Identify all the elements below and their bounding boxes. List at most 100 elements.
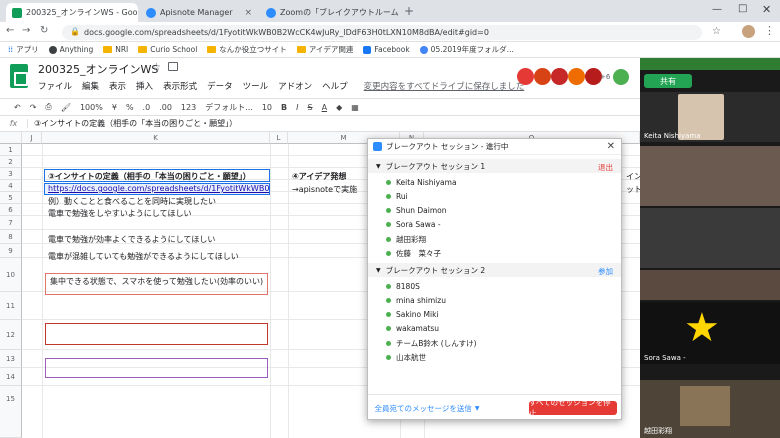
menu-data[interactable]: データ (207, 80, 233, 92)
row-header[interactable]: 5 (0, 192, 22, 204)
cell-k5-link[interactable]: https://docs.google.com/spreadsheets/d/1… (44, 183, 270, 195)
menu-insert[interactable]: 挿入 (136, 80, 153, 92)
number-format-button[interactable]: 123 (181, 103, 196, 112)
row-header[interactable]: 3 (0, 168, 22, 180)
fill-color-icon[interactable]: ◆ (336, 103, 342, 112)
stop-all-sessions-button[interactable]: すべてのセッションを停止 (529, 398, 617, 418)
row-header[interactable]: 14 (0, 368, 22, 386)
session-header-2[interactable]: ▼ ブレークアウト セッション 2 参加 (368, 263, 621, 277)
bookmark-2019-folder[interactable]: 05.2019年度フォルダ... (419, 44, 514, 55)
increase-decimal-button[interactable]: .00 (159, 103, 172, 112)
undo-icon[interactable]: ↶ (14, 103, 21, 112)
menu-tools[interactable]: ツール (243, 80, 269, 92)
maximize-icon[interactable]: □ (738, 3, 747, 14)
column-header[interactable]: K (42, 132, 270, 144)
doc-title[interactable]: 200325_オンラインWS (38, 61, 158, 77)
redo-icon[interactable]: ↷ (30, 103, 37, 112)
row-header[interactable]: 1 (0, 144, 22, 156)
font-size-select[interactable]: 10 (262, 103, 272, 112)
bookmark-useful-sites[interactable]: なんか役立つサイト (207, 44, 287, 55)
percent-button[interactable]: % (126, 103, 134, 112)
close-icon[interactable]: × (244, 8, 252, 18)
font-select[interactable]: デフォルト... (205, 102, 253, 113)
profile-avatar[interactable] (742, 25, 755, 38)
move-folder-icon[interactable] (168, 62, 178, 71)
row-header[interactable]: 6 (0, 204, 22, 216)
row-header[interactable]: 15 (0, 386, 22, 438)
minimize-icon[interactable]: — (712, 4, 722, 15)
borders-icon[interactable]: ▦ (351, 103, 359, 112)
row-header[interactable]: 11 (0, 292, 22, 320)
url-input[interactable]: 🔒 docs.google.com/spreadsheets/d/1Fyotit… (62, 25, 702, 40)
back-arrow-icon[interactable]: ← (6, 25, 14, 36)
menu-format[interactable]: 表示形式 (163, 80, 197, 92)
window-close-icon[interactable]: ✕ (762, 3, 771, 16)
video-tile[interactable]: ★ Sora Sawa - (640, 302, 780, 364)
video-tile[interactable] (640, 146, 780, 206)
join-session-link[interactable]: 参加 (598, 266, 613, 277)
currency-button[interactable]: ¥ (112, 103, 117, 112)
strikethrough-button[interactable]: S (308, 103, 313, 112)
row-header[interactable]: 4 (0, 180, 22, 192)
column-header[interactable]: J (22, 132, 42, 144)
video-tile[interactable] (640, 270, 780, 300)
avatar[interactable] (534, 68, 551, 85)
row-header[interactable]: 12 (0, 320, 22, 350)
text-color-button[interactable]: A (322, 103, 327, 112)
online-dot-icon (386, 355, 391, 360)
bookmark-apps[interactable]: ⁞⁞ アプリ (8, 44, 39, 55)
menu-view[interactable]: 表示 (109, 80, 126, 92)
row-header[interactable]: 13 (0, 350, 22, 368)
bookmark-idea[interactable]: アイデア関連 (296, 44, 353, 55)
more-menu-icon[interactable]: ⋮ (764, 24, 775, 37)
row-header[interactable]: 10 (0, 258, 22, 292)
decrease-decimal-button[interactable]: .0 (143, 103, 151, 112)
avatar-overflow-badge[interactable]: +6 (600, 73, 610, 81)
bookmark-curio-school[interactable]: Curio School (138, 45, 197, 54)
forward-arrow-icon[interactable]: → (22, 25, 30, 36)
menu-edit[interactable]: 編集 (82, 80, 99, 92)
bookmark-star-icon[interactable]: ☆ (712, 26, 721, 37)
leave-session-link[interactable]: 退出 (598, 162, 613, 173)
star-icon[interactable]: ☆ (152, 62, 161, 73)
reload-icon[interactable]: ↻ (40, 25, 48, 36)
italic-button[interactable]: I (296, 103, 298, 112)
close-icon[interactable]: ✕ (607, 141, 615, 152)
save-status[interactable]: 変更内容をすべてドライブに保存しました (364, 80, 525, 92)
formula-input[interactable]: ③インサイトの定義（相手の「本当の困りごと・願望」） (28, 118, 237, 129)
menu-addons[interactable]: アドオン (278, 80, 312, 92)
broadcast-message-button[interactable]: 全員宛てのメッセージを送信 ▼ (374, 401, 480, 415)
paint-format-icon[interactable]: 🖌 (61, 103, 71, 112)
bold-button[interactable]: B (281, 103, 287, 112)
video-tile[interactable]: 越田彩翔 (640, 380, 780, 438)
tab-zoom-help[interactable]: Zoomの「ブレイクアウトルームの使い × (260, 3, 398, 22)
video-tile[interactable] (640, 208, 780, 268)
avatar[interactable] (551, 68, 568, 85)
bookmark-anything[interactable]: Anything (48, 45, 93, 54)
row-header[interactable]: 7 (0, 216, 22, 230)
avatar[interactable] (613, 69, 629, 85)
tab-google-sheets[interactable]: 200325_オンラインWS - Google ス × (6, 3, 138, 22)
video-tile[interactable]: Keita Nishiyama (640, 92, 780, 142)
collapse-chevron-icon[interactable]: ▼ (376, 267, 381, 274)
menu-file[interactable]: ファイル (38, 80, 72, 92)
session-header-1[interactable]: ▼ ブレークアウト セッション 1 退出 (368, 159, 621, 173)
avatar[interactable] (517, 68, 534, 85)
bookmark-nri[interactable]: NRI (103, 45, 128, 54)
corner-select[interactable] (0, 132, 22, 144)
collapse-chevron-icon[interactable]: ▼ (376, 163, 381, 170)
print-icon[interactable]: ⎙ (45, 102, 51, 112)
sheets-logo-icon[interactable] (10, 64, 28, 88)
share-button[interactable]: 共有 (644, 74, 692, 88)
participant-name: 越田彩翔 (644, 427, 672, 435)
avatar[interactable] (568, 68, 585, 85)
row-header[interactable]: 8 (0, 230, 22, 244)
tab-apisnote[interactable]: Apisnote Manager × (140, 3, 258, 22)
row-header[interactable]: 9 (0, 244, 22, 258)
column-header[interactable]: L (270, 132, 288, 144)
new-tab-plus-icon[interactable]: + (404, 4, 414, 18)
row-header[interactable]: 2 (0, 156, 22, 168)
menu-help[interactable]: ヘルプ (322, 80, 348, 92)
zoom-select[interactable]: 100% (80, 103, 103, 112)
bookmark-facebook[interactable]: Facebook (363, 45, 410, 54)
